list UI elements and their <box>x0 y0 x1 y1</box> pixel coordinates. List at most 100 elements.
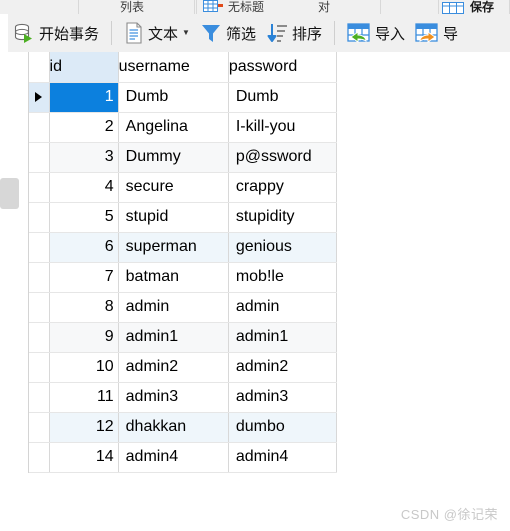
table-row[interactable]: 9 admin1 admin1 <box>29 322 338 353</box>
clipped-label-3: 对 <box>318 0 331 14</box>
chevron-down-icon[interactable]: ▼ <box>182 29 190 37</box>
begin-transaction-button[interactable]: 开始事务 <box>8 18 104 48</box>
row-selector-cell[interactable] <box>29 82 50 113</box>
table-row[interactable]: 8 admin admin <box>29 292 338 323</box>
cell-password[interactable]: stupidity <box>228 202 338 233</box>
cell-username[interactable]: batman <box>118 262 229 293</box>
row-selector-cell[interactable] <box>29 262 50 293</box>
cell-id[interactable]: 4 <box>49 172 119 203</box>
row-selector-header <box>29 52 50 83</box>
header-row: id username password <box>29 52 338 83</box>
grid-import-icon <box>347 23 370 43</box>
cell-id[interactable]: 3 <box>49 142 119 173</box>
row-selector-cell[interactable] <box>29 292 50 323</box>
cell-id[interactable]: 10 <box>49 352 119 383</box>
row-selector-cell[interactable] <box>29 352 50 383</box>
column-header-id[interactable]: id <box>49 52 119 83</box>
cell-username[interactable]: admin3 <box>118 382 229 413</box>
cell-password[interactable]: I-kill-you <box>228 112 338 143</box>
row-selector-cell[interactable] <box>29 142 50 173</box>
column-header-password[interactable]: password <box>228 52 338 83</box>
cell-password[interactable]: admin2 <box>228 352 338 383</box>
cell-username[interactable]: Dumb <box>118 82 229 113</box>
cell-username[interactable]: superman <box>118 232 229 263</box>
grid-export-icon <box>415 23 438 43</box>
row-selector-cell[interactable] <box>29 112 50 143</box>
cell-username[interactable]: admin1 <box>118 322 229 353</box>
table-row[interactable]: 10 admin2 admin2 <box>29 352 338 383</box>
table-row[interactable]: 3 Dummy p@ssword <box>29 142 338 173</box>
row-selector-cell[interactable] <box>29 412 50 443</box>
filter-label: 筛选 <box>225 25 256 43</box>
clipped-label-4: 保存 <box>470 0 495 14</box>
filter-button[interactable]: 筛选 <box>195 18 261 48</box>
toolbar-separator <box>111 21 113 45</box>
cell-password[interactable]: admin1 <box>228 322 338 353</box>
sort-descending-icon <box>267 24 287 42</box>
cell-id[interactable]: 6 <box>49 232 119 263</box>
table-row[interactable]: 14 admin4 admin4 <box>29 442 338 473</box>
clipped-toolbar-strip: 列表 无标题 对 保存 <box>0 0 510 14</box>
cell-id[interactable]: 11 <box>49 382 119 413</box>
cell-id[interactable]: 2 <box>49 112 119 143</box>
cell-password[interactable]: crappy <box>228 172 338 203</box>
text-button[interactable]: 文本 ▼ <box>119 18 195 48</box>
table-body: 1 Dumb Dumb 2 Angelina I-kill-you 3 Dummy p@sswo… <box>29 82 338 473</box>
table-row[interactable]: 2 Angelina I-kill-you <box>29 112 338 143</box>
cell-password[interactable]: admin4 <box>228 442 338 473</box>
row-selector-cell[interactable] <box>29 232 50 263</box>
database-play-icon <box>14 23 32 43</box>
funnel-icon <box>201 25 220 42</box>
table-row[interactable]: 7 batman mob!le <box>29 262 338 293</box>
cell-id[interactable]: 9 <box>49 322 119 353</box>
cell-password[interactable]: mob!le <box>228 262 338 293</box>
cell-password[interactable]: dumbo <box>228 412 338 443</box>
cell-password[interactable]: Dumb <box>228 82 338 113</box>
table-row[interactable]: 4 secure crappy <box>29 172 338 203</box>
table-row[interactable]: 12 dhakkan dumbo <box>29 412 338 443</box>
toolbar-separator <box>333 21 335 45</box>
vertical-scrollbar-thumb[interactable] <box>0 178 19 209</box>
cell-username[interactable]: Dummy <box>118 142 229 173</box>
cell-username[interactable]: Angelina <box>118 112 229 143</box>
export-label: 导 <box>443 25 459 43</box>
table-row[interactable]: 5 stupid stupidity <box>29 202 338 233</box>
row-selector-cell[interactable] <box>29 202 50 233</box>
sort-button[interactable]: 排序 <box>261 18 327 48</box>
cell-username[interactable]: admin <box>118 292 229 323</box>
cell-id[interactable]: 14 <box>49 442 119 473</box>
result-grid: id username password 1 Dumb Dumb 2 Angelina I… <box>28 52 338 473</box>
cell-id[interactable]: 1 <box>49 82 119 113</box>
sort-label: 排序 <box>291 25 322 43</box>
cell-username[interactable]: stupid <box>118 202 229 233</box>
row-selector-cell[interactable] <box>29 382 50 413</box>
document-icon <box>126 22 142 44</box>
table-row[interactable]: 11 admin3 admin3 <box>29 382 338 413</box>
row-selector-cell[interactable] <box>29 442 50 473</box>
cell-username[interactable]: admin2 <box>118 352 229 383</box>
cell-username[interactable]: admin4 <box>118 442 229 473</box>
export-button[interactable]: 导 <box>410 18 463 48</box>
cell-password[interactable]: admin3 <box>228 382 338 413</box>
text-label: 文本 <box>148 25 179 43</box>
clipped-panel-2 <box>196 0 381 14</box>
cell-password[interactable]: admin <box>228 292 338 323</box>
table-row[interactable]: 6 superman genious <box>29 232 338 263</box>
cell-id[interactable]: 12 <box>49 412 119 443</box>
cell-password[interactable]: p@ssword <box>228 142 338 173</box>
clipped-label-2: 无标题 <box>228 0 265 14</box>
row-selector-cell[interactable] <box>29 322 50 353</box>
cell-id[interactable]: 5 <box>49 202 119 233</box>
cell-username[interactable]: dhakkan <box>118 412 229 443</box>
csdn-watermark: CSDN @徐记荣 <box>400 507 498 522</box>
cell-id[interactable]: 8 <box>49 292 119 323</box>
import-button[interactable]: 导入 <box>342 18 410 48</box>
grid-icon <box>442 2 464 14</box>
cell-id[interactable]: 7 <box>49 262 119 293</box>
cell-username[interactable]: secure <box>118 172 229 203</box>
left-margin <box>0 52 8 531</box>
row-selector-cell[interactable] <box>29 172 50 203</box>
column-header-username[interactable]: username <box>118 52 229 83</box>
table-row[interactable]: 1 Dumb Dumb <box>29 82 338 113</box>
cell-password[interactable]: genious <box>228 232 338 263</box>
